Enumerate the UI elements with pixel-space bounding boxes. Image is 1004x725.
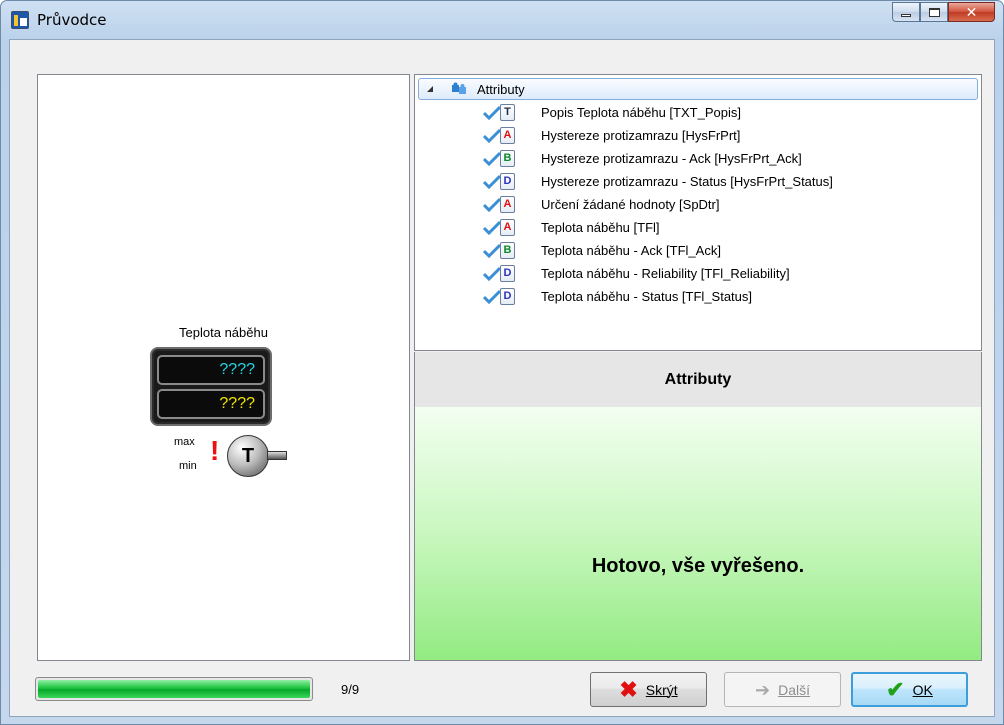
tree-root-node[interactable]: Attributy [418, 78, 978, 100]
max-label: max [174, 436, 195, 448]
binary-type-icon: B [500, 242, 515, 259]
next-button-label: Další [778, 681, 810, 698]
close-icon: ✕ [965, 3, 978, 20]
checkmark-icon [483, 105, 501, 121]
arrow-right-icon: ➔ [755, 679, 771, 700]
tree-item[interactable]: D Teplota náběhu - Reliability [TFl_Reli… [483, 263, 978, 285]
alarm-exclamation-icon: ! [210, 435, 220, 466]
analog-type-icon: A [500, 127, 515, 144]
window-title: Průvodce [37, 11, 107, 29]
tree-item[interactable]: D Hystereze protizamrazu - Status [HysFr… [483, 171, 978, 193]
discrete-type-icon: D [500, 265, 515, 282]
discrete-type-icon: D [500, 288, 515, 305]
checkmark-icon [483, 128, 501, 144]
tree-item-label: Popis Teplota náběhu [TXT_Popis] [541, 105, 741, 120]
attribute-tree[interactable]: Attributy T Popis Teplota náběhu [TXT_Po… [414, 74, 982, 351]
binary-type-icon: B [500, 150, 515, 167]
progress-bar [35, 677, 313, 701]
tree-item[interactable]: D Teplota náběhu - Status [TFl_Status] [483, 286, 978, 308]
tree-item-label: Hystereze protizamrazu - Ack [HysFrPrt_A… [541, 151, 802, 166]
progress-bar-fill [38, 680, 310, 698]
display-value-top: ???? [157, 355, 265, 385]
collapse-triangle-icon[interactable] [427, 86, 433, 92]
minimize-icon [901, 14, 911, 17]
tree-item-label: Teplota náběhu - Reliability [TFl_Reliab… [541, 266, 790, 281]
tree-item[interactable]: B Hystereze protizamrazu - Ack [HysFrPrt… [483, 148, 978, 170]
analog-type-icon: A [500, 219, 515, 236]
checkmark-icon [483, 151, 501, 167]
tree-item-label: Hystereze protizamrazu [HysFrPrt] [541, 128, 741, 143]
tree-item[interactable]: T Popis Teplota náběhu [TXT_Popis] [483, 102, 978, 124]
description-header: Attributy [414, 352, 982, 407]
tree-item[interactable]: B Teplota náběhu - Ack [TFl_Ack] [483, 240, 978, 262]
min-label: min [179, 460, 197, 472]
display-value-bottom: ???? [157, 389, 265, 419]
tree-root-label: Attributy [477, 82, 525, 97]
tree-item-label: Teplota náběhu - Ack [TFl_Ack] [541, 243, 721, 258]
description-body: Hotovo, vše vyřešeno. [414, 407, 982, 661]
maximize-button[interactable] [920, 2, 948, 22]
preview-panel: Teplota náběhu ???? ???? max min ! T [37, 74, 410, 661]
hide-button-label: Skrýt [645, 681, 678, 698]
app-logo-icon [11, 11, 29, 29]
sensor-stem [267, 451, 287, 460]
tree-item[interactable]: A Určení žádané hodnoty [SpDtr] [483, 194, 978, 216]
tree-item[interactable]: A Hystereze protizamrazu [HysFrPrt] [483, 125, 978, 147]
text-type-icon: T [500, 104, 515, 121]
tree-item-label: Teplota náběhu [TFl] [541, 220, 660, 235]
caption-buttons: ✕ [892, 2, 995, 22]
tree-item-label: Teplota náběhu - Status [TFl_Status] [541, 289, 753, 304]
checkmark-icon [483, 266, 501, 282]
progress-text: 9/9 [341, 682, 360, 697]
ok-button-label: OK [912, 681, 933, 698]
checkmark-icon [483, 220, 501, 236]
tree-item-label: Určení žádané hodnoty [SpDtr] [541, 197, 720, 212]
ok-button[interactable]: ✔ OK [851, 672, 968, 707]
next-button[interactable]: ➔ Další [724, 672, 841, 707]
checkmark-icon [483, 243, 501, 259]
tree-item[interactable]: A Teplota náběhu [TFl] [483, 217, 978, 239]
close-button[interactable]: ✕ [948, 2, 995, 22]
temperature-sensor-icon: T [227, 435, 269, 477]
puzzle-icon [452, 82, 466, 94]
status-message: Hotovo, vše vyřešeno. [591, 555, 805, 577]
checkmark-icon [483, 174, 501, 190]
analog-type-icon: A [500, 196, 515, 213]
tree-item-label: Hystereze protizamrazu - Status [HysFrPr… [541, 174, 833, 189]
wizard-window: Průvodce ✕ Teplota náběhu ???? ???? max … [0, 0, 1004, 725]
client-area: Teplota náběhu ???? ???? max min ! T Att… [9, 39, 995, 717]
green-check-icon: ✔ [886, 676, 905, 702]
value-display: ???? ???? [150, 347, 272, 426]
checkmark-icon [483, 289, 501, 305]
discrete-type-icon: D [500, 173, 515, 190]
title-bar[interactable]: Průvodce ✕ [1, 1, 1003, 39]
maximize-icon [928, 7, 940, 17]
widget-label: Teplota náběhu [179, 325, 268, 340]
hide-button[interactable]: ✖ Skrýt [590, 672, 707, 707]
red-x-icon: ✖ [619, 676, 638, 702]
checkmark-icon [483, 197, 501, 213]
minimize-button[interactable] [892, 2, 920, 22]
